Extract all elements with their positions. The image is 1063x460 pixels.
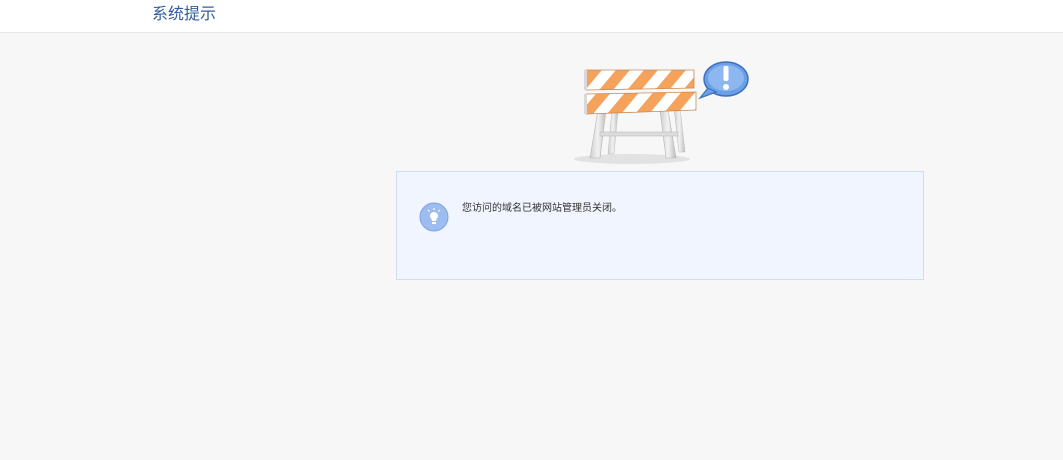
notice-message: 您访问的域名已被网站管理员关闭。: [462, 203, 622, 214]
page-title: 系统提示: [152, 4, 217, 23]
exclamation-bubble-icon: [698, 61, 749, 100]
lightbulb-icon: [419, 202, 449, 232]
notice-box: 您访问的域名已被网站管理员关闭。: [396, 171, 924, 280]
top-bar: 系统提示: [0, 0, 1063, 33]
road-barrier-illustration: [570, 58, 755, 166]
road-barrier-icon: [574, 61, 749, 164]
